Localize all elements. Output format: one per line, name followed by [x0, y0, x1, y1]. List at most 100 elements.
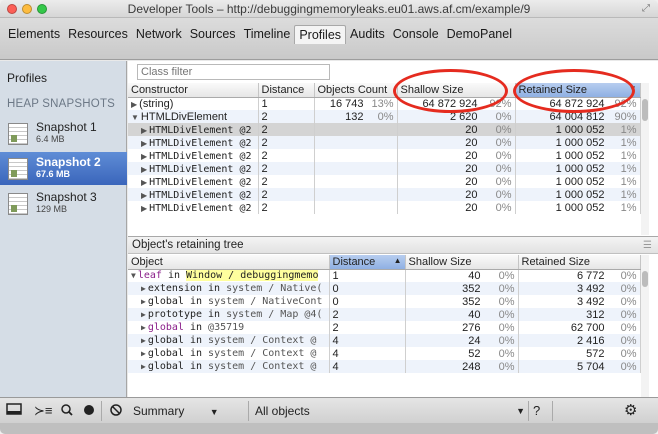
column-header[interactable]: Distance ▲	[329, 255, 406, 270]
tab-audits[interactable]: Audits	[346, 25, 389, 43]
search-icon[interactable]	[60, 402, 74, 420]
tab-resources[interactable]: Resources	[64, 25, 132, 43]
object-filter-select[interactable]: All objects ▼	[255, 402, 525, 420]
table-row[interactable]: ▼ HTMLDivElement 2 132 0% 2 620 0% 64 004 812 90…	[128, 110, 641, 123]
table-row[interactable]: ▶ HTMLDivElement @2 2 20 0% 1 000 052 1%	[128, 149, 641, 162]
shallow-size-value: 20	[465, 136, 478, 149]
disclosure-collapsed-icon[interactable]: ▶	[141, 310, 146, 319]
column-header[interactable]: Object	[128, 255, 330, 270]
tree-row[interactable]: ▶ global in system / Context @4 248 0% 5 704…	[128, 360, 641, 373]
disclosure-collapsed-icon[interactable]: ▶	[141, 152, 147, 161]
console-drawer-icon[interactable]: ≻≡	[34, 402, 52, 420]
tree-row[interactable]: ▼ leaf in Window / debuggingmemo 1 40 0% 6 77…	[128, 269, 641, 282]
distance-cell: 2	[258, 110, 315, 123]
shallow-size-cell: 52 0%	[405, 347, 519, 360]
disclosure-collapsed-icon[interactable]: ▶	[141, 165, 147, 174]
tree-row[interactable]: ▶ prototype in system / Map @4(2 40 0% 312 0%	[128, 308, 641, 321]
shallow-size-value: 352	[462, 295, 481, 308]
shallow-size-value: 352	[462, 282, 481, 295]
object-filter-value: All objects	[255, 404, 310, 418]
column-header[interactable]: Distance	[258, 83, 315, 98]
tree-row[interactable]: ▶ global in system / Context @4 52 0% 572 0%	[128, 347, 641, 360]
fullscreen-icon[interactable]: ⤢	[642, 3, 650, 14]
disclosure-collapsed-icon[interactable]: ▶	[131, 100, 137, 109]
record-icon[interactable]	[82, 402, 96, 420]
disclosure-collapsed-icon[interactable]: ▶	[141, 178, 147, 187]
tree-row[interactable]: ▶ global in @35719 2 276 0% 62 700 0%	[128, 321, 641, 334]
tab-console[interactable]: Console	[389, 25, 443, 43]
retained-size-cell: 1 000 052 1%	[515, 162, 641, 175]
shallow-size-value: 24	[468, 334, 481, 347]
table-row[interactable]: ▶ HTMLDivElement @2 2 20 0% 1 000 052 1%	[128, 162, 641, 175]
column-header[interactable]: Shallow Size	[405, 255, 519, 270]
table-row[interactable]: ▶ HTMLDivElement @2 2 20 0% 1 000 052 1%	[128, 136, 641, 149]
disclosure-collapsed-icon[interactable]: ▶	[141, 362, 146, 371]
snapshot-item[interactable]: Snapshot 3 129 MB	[0, 187, 127, 220]
constructors-scrollbar[interactable]	[641, 83, 649, 235]
clear-icon[interactable]	[109, 402, 123, 420]
tab-elements[interactable]: Elements	[4, 25, 64, 43]
zoom-window-button[interactable]	[37, 4, 47, 14]
disclosure-collapsed-icon[interactable]: ▶	[141, 336, 146, 345]
table-row[interactable]: ▶ HTMLDivElement @2 2 20 0% 1 000 052 1%	[128, 201, 641, 214]
minimize-window-button[interactable]	[22, 4, 32, 14]
dock-to-main-icon[interactable]	[6, 402, 24, 420]
close-window-button[interactable]	[7, 4, 17, 14]
property-name: global	[147, 348, 184, 359]
snapshot-item[interactable]: Snapshot 2 67.6 MB	[0, 152, 127, 185]
shallow-size-value: 20	[465, 162, 478, 175]
disclosure-collapsed-icon[interactable]: ▶	[141, 139, 147, 148]
column-header[interactable]: Objects Count	[314, 83, 398, 98]
tab-sources[interactable]: Sources	[186, 25, 240, 43]
retaining-tree-scrollbar[interactable]	[641, 255, 649, 397]
retaining-tree-scroll-thumb[interactable]	[642, 271, 648, 287]
disclosure-collapsed-icon[interactable]: ▶	[141, 204, 147, 213]
disclosure-expanded-icon[interactable]: ▼	[131, 271, 136, 280]
table-row[interactable]: ▶ HTMLDivElement @2 2 20 0% 1 000 052 1%	[128, 123, 641, 136]
column-header[interactable]: Shallow Size	[397, 83, 516, 98]
disclosure-collapsed-icon[interactable]: ▶	[141, 323, 146, 332]
gear-icon[interactable]: ⚙	[624, 402, 637, 420]
status-bar: ≻≡ Summary ▼ All objects ▼ ? ⚙	[0, 397, 658, 423]
view-mode-select[interactable]: Summary ▼	[133, 402, 219, 420]
tree-row[interactable]: ▶ global in system / Context @4 24 0% 2 416 0…	[128, 334, 641, 347]
column-header[interactable]: Retained Size ▼	[515, 83, 641, 98]
constructor-name: HTMLDivElement @2	[149, 176, 252, 188]
tab-timeline[interactable]: Timeline	[240, 25, 295, 43]
sort-descending-icon: ▼	[628, 83, 637, 93]
tree-row[interactable]: ▶ global in system / NativeCont 0 352 0% 3 49…	[128, 295, 641, 308]
column-header-label: Distance	[261, 83, 305, 96]
table-row[interactable]: ▶ HTMLDivElement @2 2 20 0% 1 000 052 1%	[128, 175, 641, 188]
snapshot-item[interactable]: Snapshot 1 6.4 MB	[0, 117, 127, 150]
disclosure-collapsed-icon[interactable]: ▶	[141, 126, 147, 135]
table-row[interactable]: ▶ (string) 1 16 743 13% 64 872 924 92% 64 872 9…	[128, 97, 641, 110]
column-header-label: Retained Size	[518, 83, 588, 96]
disclosure-collapsed-icon[interactable]: ▶	[141, 284, 146, 293]
tab-demopanel[interactable]: DemoPanel	[443, 25, 516, 43]
panel-tab-bar: Elements Resources Network Sources Timeline P…	[0, 18, 658, 60]
retaining-tree-header: Object's retaining tree ☰	[128, 236, 658, 254]
column-header-label: Constructor	[131, 83, 188, 96]
tab-profiles[interactable]: Profiles	[294, 24, 347, 44]
constructors-scroll-thumb[interactable]	[642, 99, 648, 121]
class-filter-input[interactable]	[137, 64, 330, 80]
shallow-size-percent: 0%	[495, 123, 512, 136]
retained-size-cell: 1 000 052 1%	[515, 175, 641, 188]
disclosure-collapsed-icon[interactable]: ▶	[141, 191, 147, 200]
help-button[interactable]: ?	[533, 402, 540, 420]
distance-cell: 2	[258, 123, 315, 136]
table-row[interactable]: ▶ HTMLDivElement @2 2 20 0% 1 000 052 1%	[128, 188, 641, 201]
property-separator: in	[183, 296, 209, 307]
column-header[interactable]: Retained Size	[518, 255, 641, 270]
distance-cell: 0	[329, 282, 406, 295]
disclosure-expanded-icon[interactable]: ▼	[131, 113, 139, 122]
splitter-drag-icon[interactable]: ☰	[643, 237, 652, 254]
tree-row[interactable]: ▶ extension in system / Native(0 352 0% 3 49…	[128, 282, 641, 295]
retained-size-cell: 312 0%	[518, 308, 641, 321]
object-cell: ▶ global in system / Context @	[128, 360, 330, 373]
disclosure-collapsed-icon[interactable]: ▶	[141, 349, 146, 358]
column-header[interactable]: Constructor	[128, 83, 259, 98]
disclosure-collapsed-icon[interactable]: ▶	[141, 297, 146, 306]
tab-network[interactable]: Network	[132, 25, 186, 43]
retained-size-cell: 1 000 052 1%	[515, 201, 641, 214]
